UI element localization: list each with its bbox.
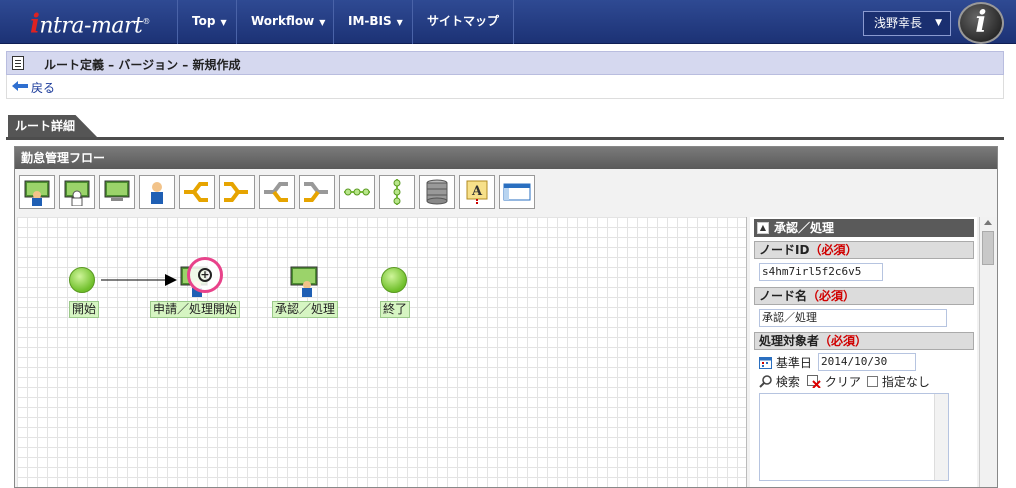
branch-arrow-icon bbox=[184, 182, 208, 202]
tool-branch-node[interactable] bbox=[179, 175, 215, 209]
calendar-icon[interactable] bbox=[759, 356, 772, 369]
nav-workflow[interactable]: Workflow ▼ bbox=[236, 0, 339, 44]
split-arrow-icon bbox=[264, 182, 288, 202]
node-properties: ▲ 承認／処理 ノードID（必須） s4hm7irl5f2c6v5 ノード名（必… bbox=[750, 217, 977, 487]
monitor-icon bbox=[104, 180, 130, 201]
node-name-heading: ノード名（必須） bbox=[754, 287, 974, 305]
tab-route-detail[interactable]: ルート詳細 bbox=[8, 115, 98, 138]
back-row: 戻る bbox=[6, 75, 1004, 99]
tool-split-node[interactable] bbox=[259, 175, 295, 209]
info-avatar-icon[interactable]: i bbox=[958, 2, 1004, 44]
none-label: 指定なし bbox=[881, 375, 930, 389]
user-menu[interactable]: 浅野幸長 ▼ bbox=[863, 11, 951, 36]
flow-arrow[interactable] bbox=[101, 274, 181, 286]
target-list[interactable] bbox=[759, 393, 949, 481]
base-date-row: 基準日 bbox=[759, 354, 812, 371]
window-icon bbox=[503, 183, 531, 201]
props-section-title: 承認／処理 bbox=[774, 221, 835, 235]
required-mark: （必須） bbox=[819, 334, 868, 348]
tool-join-node[interactable] bbox=[219, 175, 255, 209]
tab-underline bbox=[6, 137, 1004, 140]
none-option[interactable]: 指定なし bbox=[867, 373, 930, 390]
apply-node-label: 申請／処理開始 bbox=[150, 301, 241, 318]
tool-window-node[interactable] bbox=[499, 175, 535, 209]
chevron-down-icon: ▼ bbox=[935, 18, 942, 28]
panel-title: 勤怠管理フロー bbox=[15, 147, 997, 169]
flow-panel: 勤怠管理フロー A 開始 + 申請／処理開始 承認／処理 終了 ▲ 承認／処理 … bbox=[14, 146, 998, 488]
nav-top-label: Top bbox=[192, 14, 216, 28]
tool-path-node[interactable] bbox=[339, 175, 375, 209]
tool-merge-node[interactable] bbox=[299, 175, 335, 209]
horizontal-path-icon bbox=[344, 188, 370, 196]
nav-workflow-label: Workflow bbox=[251, 14, 315, 28]
monitor-user-outline-icon bbox=[64, 180, 90, 206]
clear-icon bbox=[807, 375, 821, 389]
end-node-label: 終了 bbox=[380, 301, 411, 318]
page-title-bar: ルート定義 – バージョン – 新規作成 bbox=[6, 51, 1004, 75]
text-label-icon: A bbox=[466, 180, 488, 205]
tool-start-node[interactable] bbox=[19, 175, 55, 209]
chevron-down-icon: ▼ bbox=[220, 18, 227, 27]
back-link[interactable]: 戻る bbox=[31, 79, 55, 96]
top-navbar: intra-mart® Top ▼ Workflow ▼ IM-BIS ▼ サイトマッ… bbox=[0, 0, 1016, 44]
clear-label: クリア bbox=[824, 375, 861, 389]
node-id-heading: ノードID（必須） bbox=[754, 241, 974, 259]
base-date-input[interactable]: 2014/10/30 bbox=[818, 353, 916, 371]
none-checkbox[interactable] bbox=[867, 376, 878, 387]
chevron-down-icon: ▼ bbox=[396, 18, 403, 27]
tool-text-node[interactable]: A bbox=[459, 175, 495, 209]
nav-im-bis-label: IM-BIS bbox=[348, 14, 392, 28]
nav-sitemap-label: サイトマップ bbox=[427, 14, 500, 28]
chevron-down-icon: ▼ bbox=[319, 18, 326, 27]
start-node-label: 開始 bbox=[69, 301, 100, 318]
clear-action[interactable]: クリア bbox=[807, 373, 861, 390]
target-label: 処理対象者 bbox=[759, 334, 820, 348]
monitor-user-icon bbox=[24, 180, 50, 206]
search-action[interactable]: 検索 bbox=[759, 373, 800, 390]
nav-im-bis[interactable]: IM-BIS ▼ bbox=[333, 0, 417, 44]
vertical-path-icon bbox=[393, 179, 401, 205]
scroll-up-icon[interactable] bbox=[984, 220, 992, 225]
base-date-label: 基準日 bbox=[775, 356, 812, 370]
node-name-label: ノード名 bbox=[759, 289, 808, 303]
join-arrow-icon bbox=[224, 182, 248, 202]
node-name-input[interactable]: 承認／処理 bbox=[759, 309, 947, 327]
target-heading: 処理対象者（必須） bbox=[754, 332, 974, 350]
nav-top[interactable]: Top ▼ bbox=[177, 0, 241, 44]
node-id-label: ノードID bbox=[759, 243, 810, 257]
tool-user-node[interactable] bbox=[139, 175, 175, 209]
scroll-thumb[interactable] bbox=[982, 231, 994, 265]
user-name: 浅野幸長 bbox=[874, 16, 923, 30]
search-icon bbox=[759, 375, 772, 388]
approve-node-label: 承認／処理 bbox=[272, 301, 339, 318]
nav-sitemap[interactable]: サイトマップ bbox=[412, 0, 515, 44]
zoom-highlight[interactable]: + bbox=[187, 257, 223, 293]
end-node-icon[interactable] bbox=[381, 267, 407, 293]
tool-approve-node[interactable] bbox=[99, 175, 135, 209]
start-node-icon[interactable] bbox=[69, 267, 95, 293]
required-mark: （必須） bbox=[807, 289, 856, 303]
search-label: 検索 bbox=[775, 375, 800, 389]
intra-mart-logo[interactable]: intra-mart® bbox=[30, 5, 150, 39]
page-title: ルート定義 – バージョン – 新規作成 bbox=[44, 58, 241, 72]
merge-arrow-icon bbox=[304, 182, 328, 202]
props-scrollbar[interactable] bbox=[979, 217, 997, 487]
svg-text:A: A bbox=[471, 184, 483, 199]
tool-db-node[interactable] bbox=[419, 175, 455, 209]
tool-apply-node[interactable] bbox=[59, 175, 95, 209]
database-icon bbox=[426, 179, 448, 205]
back-arrow-icon[interactable] bbox=[12, 81, 28, 91]
required-mark: （必須） bbox=[809, 243, 858, 257]
user-icon bbox=[151, 182, 163, 204]
zoom-in-icon[interactable]: + bbox=[198, 268, 212, 282]
tool-vertical-path-node[interactable] bbox=[379, 175, 415, 209]
node-id-input[interactable]: s4hm7irl5f2c6v5 bbox=[759, 263, 883, 281]
collapse-icon[interactable]: ▲ bbox=[757, 222, 769, 234]
props-section-header[interactable]: ▲ 承認／処理 bbox=[754, 219, 974, 237]
flow-canvas[interactable]: 開始 + 申請／処理開始 承認／処理 終了 bbox=[17, 217, 747, 487]
approve-node-icon[interactable] bbox=[289, 265, 319, 297]
document-icon bbox=[12, 56, 24, 70]
target-list-scrollbar[interactable] bbox=[934, 394, 948, 480]
